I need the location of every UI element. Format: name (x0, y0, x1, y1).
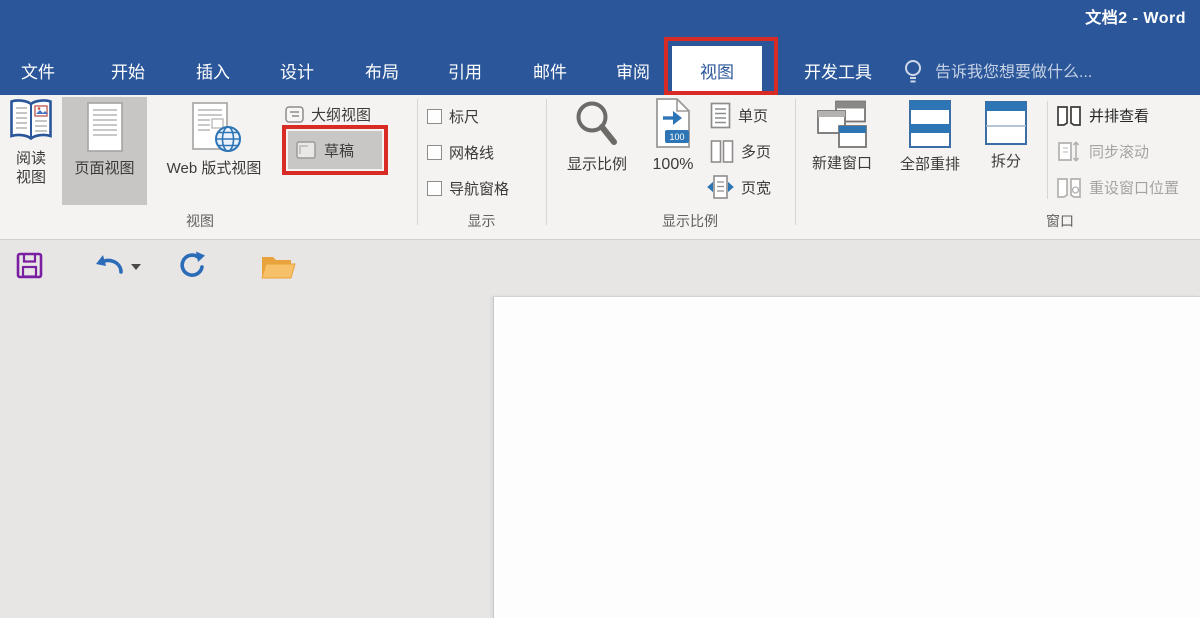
lightbulb-icon (903, 58, 923, 86)
zoom-magnifier-icon (572, 99, 622, 151)
window-title: 文档2 - Word (1085, 4, 1186, 28)
folder-icon (260, 252, 296, 281)
tab-home[interactable]: 开始 (111, 50, 145, 95)
one-page-icon (710, 102, 731, 129)
tab-review[interactable]: 审阅 (616, 50, 650, 95)
zoom-group-label: 显示比例 (600, 211, 780, 233)
tab-view-selected[interactable]: 视图 (672, 46, 762, 95)
view-side-by-side-label: 并排查看 (1089, 105, 1149, 126)
gridlines-checkbox-row[interactable]: 网格线 (427, 139, 494, 165)
zoom-label: 显示比例 (567, 155, 627, 174)
title-bar: 文档2 - Word (0, 0, 1200, 28)
navigation-pane-label: 导航窗格 (449, 178, 509, 199)
zoom-100-badge: 100 (669, 132, 684, 142)
draft-view-label: 草稿 (324, 140, 354, 161)
new-window-label: 新建窗口 (812, 154, 872, 173)
tab-insert[interactable]: 插入 (196, 50, 230, 95)
view-side-by-side-icon (1056, 104, 1082, 127)
undo-dropdown-arrow[interactable] (131, 264, 141, 270)
web-layout-button[interactable]: Web 版式视图 (149, 97, 279, 205)
split-label: 拆分 (991, 152, 1021, 171)
window-group-label: 窗口 (980, 211, 1140, 233)
navigation-pane-checkbox[interactable] (427, 181, 442, 196)
redo-icon (178, 251, 206, 280)
zoom-100-icon: 100 (652, 97, 694, 151)
undo-button[interactable] (93, 253, 125, 284)
multiple-pages-button[interactable]: 多页 (710, 138, 771, 164)
word-window: 文档2 - Word 文件 开始 插入 设计 布局 引用 邮件 审阅 视图 开发… (0, 0, 1200, 618)
reset-window-position-icon (1056, 176, 1082, 199)
tab-developer[interactable]: 开发工具 (804, 50, 872, 95)
page-width-label: 页宽 (741, 177, 771, 198)
reset-window-position-button: 重设窗口位置 (1056, 174, 1179, 200)
outline-view-button[interactable]: 大纲视图 (285, 101, 371, 127)
multiple-pages-label: 多页 (741, 141, 771, 162)
draft-view-button[interactable]: 草稿 (288, 131, 382, 169)
undo-icon (93, 253, 125, 279)
reset-window-position-label: 重设窗口位置 (1089, 177, 1179, 198)
tab-file[interactable]: 文件 (21, 50, 55, 95)
new-window-button[interactable]: 新建窗口 (798, 97, 886, 205)
arrange-all-icon (907, 99, 953, 151)
print-layout-label: 页面视图 (74, 159, 134, 178)
zoom-button[interactable]: 显示比例 (551, 97, 643, 205)
read-mode-label-line2: 视图 (16, 169, 46, 186)
split-icon (983, 100, 1029, 148)
views-group-label: 视图 (120, 211, 280, 233)
synchronous-scrolling-label: 同步滚动 (1089, 141, 1149, 162)
outline-view-icon (285, 106, 304, 123)
arrange-all-button[interactable]: 全部重排 (888, 97, 972, 205)
one-page-label: 单页 (738, 105, 768, 126)
web-layout-icon (183, 101, 245, 155)
read-mode-label-line1: 阅读 (16, 150, 46, 167)
read-mode-button[interactable]: 阅读 视图 (2, 97, 60, 205)
new-window-icon (816, 100, 868, 150)
synchronous-scrolling-icon (1056, 140, 1082, 163)
tab-design[interactable]: 设计 (280, 50, 314, 95)
print-layout-icon (85, 101, 125, 155)
ribbon-tab-bar: 文件 开始 插入 设计 布局 引用 邮件 审阅 视图 开发工具 告诉我您想要做什… (0, 28, 1200, 95)
synchronous-scrolling-button: 同步滚动 (1056, 138, 1149, 164)
caret-down-icon (131, 264, 141, 270)
page-width-button[interactable]: 页宽 (707, 174, 771, 200)
web-layout-label: Web 版式视图 (167, 159, 262, 178)
ruler-label: 标尺 (449, 106, 479, 127)
view-side-by-side-button[interactable]: 并排查看 (1056, 102, 1149, 128)
save-button[interactable] (16, 252, 43, 284)
zoom-100-button[interactable]: 100 100% (643, 97, 703, 205)
read-mode-icon (8, 97, 54, 145)
save-icon (16, 252, 43, 279)
tab-references[interactable]: 引用 (448, 50, 482, 95)
page-width-icon (707, 174, 734, 200)
open-folder-button[interactable] (260, 252, 296, 286)
gridlines-checkbox[interactable] (427, 145, 442, 160)
group-separator (1047, 101, 1048, 199)
split-button[interactable]: 拆分 (974, 97, 1038, 205)
draft-view-icon (296, 141, 316, 159)
show-group-label: 显示 (417, 211, 546, 233)
document-page[interactable] (493, 296, 1200, 618)
tell-me-box[interactable]: 告诉我您想要做什么... (935, 50, 1092, 95)
multiple-pages-icon (710, 139, 734, 164)
ribbon-view-tab-content: 阅读 视图 页面视图 Web 版式视图 (0, 95, 1200, 240)
gridlines-label: 网格线 (449, 142, 494, 163)
group-separator (417, 99, 418, 225)
group-separator (795, 99, 796, 225)
group-separator (546, 99, 547, 225)
tab-mailings[interactable]: 邮件 (533, 50, 567, 95)
outline-view-label: 大纲视图 (311, 104, 371, 125)
ruler-checkbox-row[interactable]: 标尺 (427, 103, 479, 129)
arrange-all-label: 全部重排 (900, 155, 960, 174)
one-page-button[interactable]: 单页 (710, 102, 768, 128)
ruler-checkbox[interactable] (427, 109, 442, 124)
tab-layout[interactable]: 布局 (365, 50, 399, 95)
zoom-100-label: 100% (653, 155, 694, 174)
print-layout-button[interactable]: 页面视图 (62, 97, 147, 205)
redo-button[interactable] (178, 251, 206, 285)
navigation-pane-checkbox-row[interactable]: 导航窗格 (427, 175, 509, 201)
